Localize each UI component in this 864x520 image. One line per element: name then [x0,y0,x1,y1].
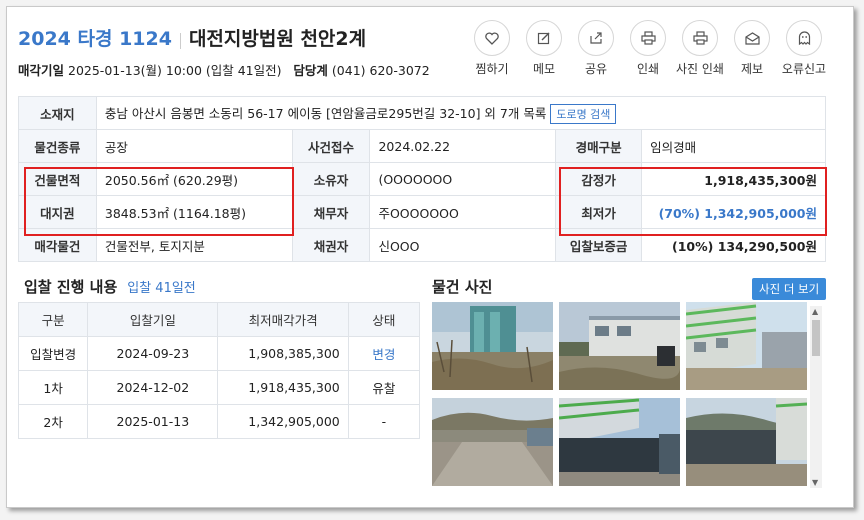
owner-label: 소유자 [291,162,371,196]
report-button[interactable]: 제보 [726,20,778,77]
sale-date-label: 매각기일 [18,63,65,78]
type-value: 공장 [95,129,293,163]
location-value: 충남 아산시 음봉면 소동리 56-17 에이동 [연암율금로295번길 32-… [104,105,547,121]
property-photo[interactable] [686,302,807,390]
case-header: 2024 타경 1124 대전지방법원 천안2계 [18,24,366,51]
scroll-down-arrow-icon[interactable]: ▼ [812,478,818,487]
print-label: 인쇄 [636,62,660,76]
price-cell: 1,918,435,300 [217,370,349,405]
share-label: 공유 [584,62,608,76]
column-header: 상태 [347,302,421,337]
share-button[interactable]: 공유 [570,20,622,77]
court-name: 대전지방법원 천안2계 [188,28,367,50]
date-cell: 2024-12-02 [87,370,219,405]
price-cell: 1,342,905,000 [217,404,349,439]
edit-icon [537,32,550,45]
property-photo[interactable] [686,398,807,486]
print-photo-icon [692,31,708,45]
filed-label: 사건접수 [291,129,371,163]
owner-value: (OOOOOOO [369,162,557,196]
property-photo[interactable] [559,398,680,486]
price-highlight-box [559,167,827,236]
property-photo[interactable] [432,398,553,486]
round-cell: 2차 [17,404,89,439]
round-cell: 1차 [17,370,89,405]
heart-icon [485,31,499,45]
bid-section-title: 입찰 진행 내용 입찰 41일전 [24,276,196,297]
property-photo[interactable] [432,302,553,390]
share-icon [590,32,602,44]
area-highlight-box [24,167,294,236]
column-header: 구분 [17,302,89,337]
print-photo-button[interactable]: 사진 인쇄 [674,20,726,77]
table-row: 2차 2025-01-13 1,342,905,000 - [17,404,421,439]
auction-type-value: 임의경매 [641,129,826,163]
type-label: 물건종류 [18,129,97,163]
location-label: 소재지 [18,96,97,130]
photo-gallery [432,302,808,490]
bid-title: 입찰 진행 내용 [24,278,118,296]
status-cell: - [347,404,421,439]
bid-days-left: 입찰 41일전 [127,281,196,296]
scroll-up-arrow-icon[interactable]: ▲ [812,307,818,316]
header-divider [179,32,181,49]
favorite-button[interactable]: 찜하기 [466,20,518,77]
creditor-label: 채권자 [291,228,371,262]
column-header: 최저매각가격 [217,302,349,337]
report-label: 제보 [740,62,764,76]
print-photo-label: 사진 인쇄 [676,62,724,76]
photo-section-title: 물건 사진 [432,278,493,296]
favorite-label: 찜하기 [475,62,509,76]
auction-type-label: 경매구분 [555,129,643,163]
road-name-search-button[interactable]: 도로명 검색 [550,103,617,124]
column-header: 입찰기일 [87,302,219,337]
property-photo[interactable] [559,302,680,390]
error-report-button[interactable]: 오류신고 [778,20,830,77]
more-photos-button[interactable]: 사진 더 보기 [752,278,827,300]
sale-date: 2025-01-13(월) 10:00 (입찰 41일전) [68,63,282,78]
table-header-row: 구분 입찰기일 최저매각가격 상태 [17,302,421,337]
contact-label: 담당계 [293,63,328,78]
contact-phone: (041) 620-3072 [331,63,430,78]
filed-value: 2024.02.22 [369,129,557,163]
error-report-label: 오류신고 [781,62,827,76]
bid-history-table: 구분 입찰기일 최저매각가격 상태 입찰변경 2024-09-23 1,908,… [17,302,421,439]
status-cell: 유찰 [347,370,421,405]
mail-icon [744,31,760,45]
debtor-value: 주OOOOOOO [369,195,557,229]
scroll-thumb[interactable] [812,320,820,356]
status-cell[interactable]: 변경 [347,336,421,371]
creditor-value: 신OOO [369,228,557,262]
table-row: 1차 2024-12-02 1,918,435,300 유찰 [17,370,421,405]
memo-label: 메모 [532,62,556,76]
table-row: 물건종류 공장 사건접수 2024.02.22 경매구분 임의경매 [18,129,826,163]
print-button[interactable]: 인쇄 [622,20,674,77]
price-cell: 1,908,385,300 [217,336,349,371]
sale-info-line: 매각기일 2025-01-13(월) 10:00 (입찰 41일전) 담당계 (… [18,60,430,79]
ghost-icon [798,31,810,45]
table-row: 소재지 충남 아산시 음봉면 소동리 56-17 에이동 [연암율금로295번길… [18,96,827,130]
date-cell: 2025-01-13 [87,404,219,439]
photo-scrollbar[interactable]: ▲ ▼ [810,306,822,488]
print-icon [640,31,656,45]
case-number: 2024 타경 1124 [18,28,172,50]
memo-button[interactable]: 메모 [518,20,570,77]
action-toolbar: 찜하기 메모 공유 인쇄 사진 인쇄 제보 오류신고 [466,20,830,77]
round-cell: 입찰변경 [17,336,89,371]
table-row: 입찰변경 2024-09-23 1,908,385,300 변경 [17,336,421,371]
date-cell: 2024-09-23 [87,336,219,371]
location-cell: 충남 아산시 음봉면 소동리 56-17 에이동 [연암율금로295번길 32-… [95,96,827,130]
debtor-label: 채무자 [291,195,371,229]
